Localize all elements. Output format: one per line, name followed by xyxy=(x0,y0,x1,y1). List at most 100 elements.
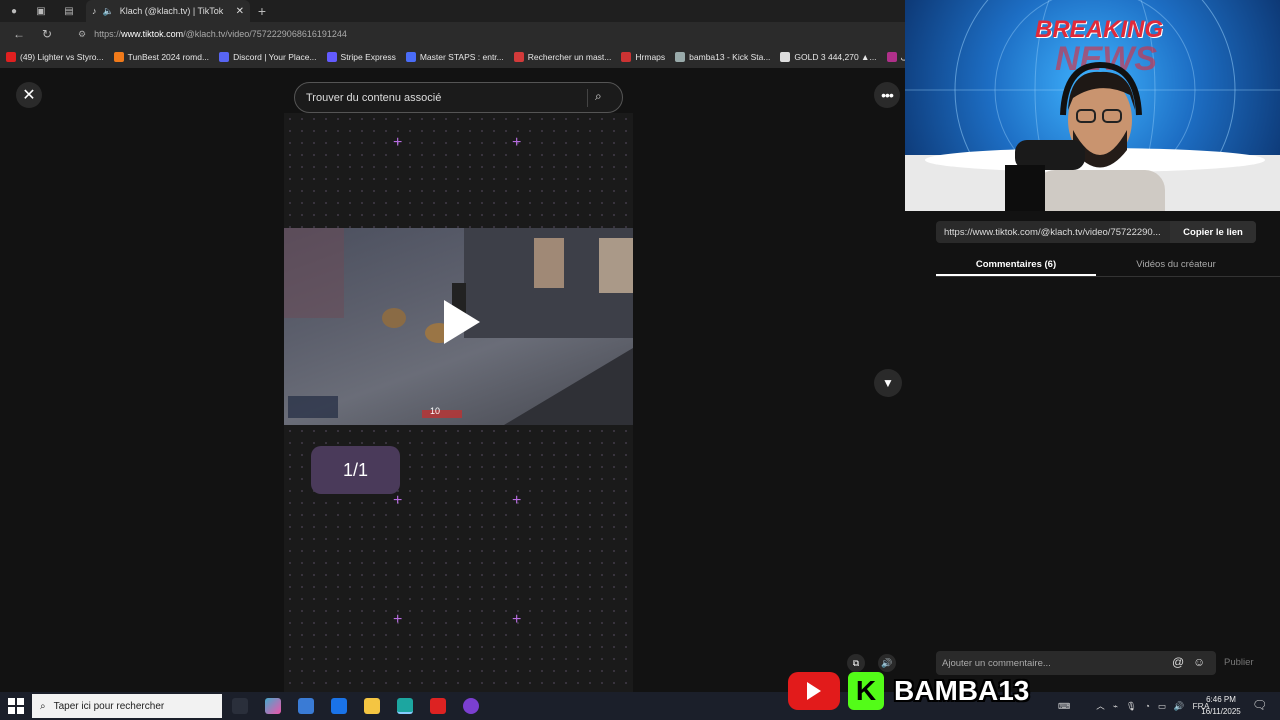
chevron-up-icon[interactable]: ︿ xyxy=(1096,700,1105,712)
search-input[interactable]: Trouver du contenu associé xyxy=(306,92,441,104)
volume-icon[interactable]: 🔊 xyxy=(1174,701,1185,712)
speaker-icon[interactable]: 🔈 xyxy=(103,6,114,17)
webcam-overlay: BREAKING NEWS xyxy=(905,0,1280,211)
chevron-down-icon: ▼ xyxy=(882,376,894,390)
notifications-icon[interactable]: 🗨 xyxy=(1252,698,1267,712)
photo-counter: 1/1 xyxy=(311,446,400,494)
address-bar: ← ↻ ⚙ https://www.tiktok.com/@klach.tv/v… xyxy=(0,22,905,46)
floating-player-icon: ⧉ xyxy=(852,657,860,668)
mention-icon[interactable]: @ xyxy=(1172,655,1184,669)
search-divider xyxy=(587,89,588,107)
bookmark-item[interactable]: Master STAPS : entr... xyxy=(405,52,504,62)
tab-title: Klach (@klach.tv) | TikTok xyxy=(119,6,224,16)
tab-close-icon[interactable]: ✕ xyxy=(236,6,244,17)
outlook-icon[interactable] xyxy=(331,698,347,714)
plus-decoration: + xyxy=(512,492,522,509)
bookmark-label: Master STAPS : entr... xyxy=(419,52,504,62)
clock-time: 6:46 PM xyxy=(1206,695,1236,704)
bookmark-favicon xyxy=(6,52,16,62)
volume-button[interactable]: 🔊 xyxy=(878,654,896,672)
bookmark-favicon xyxy=(886,52,897,62)
game-hud-counter: 10 xyxy=(430,406,441,416)
back-icon[interactable]: ← xyxy=(12,27,26,41)
battery-icon[interactable]: ▭ xyxy=(1158,701,1166,712)
comment-placeholder: Ajouter un commentaire... xyxy=(942,657,1051,669)
video-player[interactable]: 10 xyxy=(284,228,633,425)
bookmark-item[interactable]: (49) Lighter vs Styro... xyxy=(6,52,104,62)
bookmark-favicon xyxy=(513,52,524,62)
tab-tiktok[interactable]: ♪ 🔈 Klach (@klach.tv) | TikTok ✕ xyxy=(86,0,250,22)
close-button[interactable]: ✕ xyxy=(16,82,42,108)
floating-player-button[interactable]: ⧉ xyxy=(847,654,865,672)
browser-tab-bar: ● ▣ ▤ ♪ 🔈 Klach (@klach.tv) | TikTok ✕ + xyxy=(0,0,905,22)
edge-icon[interactable] xyxy=(397,698,413,714)
search-icon[interactable]: ⌕ xyxy=(595,89,602,104)
bookmark-item[interactable]: TunBest 2024 romd... xyxy=(113,52,210,62)
task-view-icon[interactable] xyxy=(232,698,248,714)
new-tab-icon[interactable]: + xyxy=(255,3,269,19)
store-icon[interactable] xyxy=(298,698,314,714)
site-info-icon[interactable]: ⚙ xyxy=(78,29,86,40)
workspaces-icon[interactable]: ▣ xyxy=(34,4,48,18)
bookmarks-bar: (49) Lighter vs Styro... TunBest 2024 rom… xyxy=(0,46,905,68)
share-link-box[interactable]: https://www.tiktok.com/@klach.tv/video/7… xyxy=(936,221,1256,243)
play-icon[interactable] xyxy=(444,300,480,344)
bookmark-label: Discord | Your Place... xyxy=(233,52,317,62)
bookmark-item[interactable]: bamba13 - Kick Sta... xyxy=(675,52,770,62)
bookmark-label: TunBest 2024 romd... xyxy=(127,52,210,62)
bookmark-label: Stripe Express xyxy=(340,52,396,62)
copy-link-button[interactable]: Copier le lien xyxy=(1170,221,1256,243)
mic-icon[interactable]: 🎙 xyxy=(1126,701,1137,712)
taskbar-search[interactable]: ⌕ Taper ici pour rechercher xyxy=(32,694,222,718)
plus-decoration: + xyxy=(393,492,403,509)
more-options-button[interactable]: ••• xyxy=(874,82,900,108)
bookmark-favicon xyxy=(219,52,230,62)
share-link-text: https://www.tiktok.com/@klach.tv/video/7… xyxy=(944,226,1161,238)
bookmark-favicon xyxy=(621,52,632,62)
clock[interactable]: 6:46 PM 16/11/2025 xyxy=(1198,694,1244,718)
tab-comments[interactable]: Commentaires (6) xyxy=(936,253,1096,276)
plus-decoration: + xyxy=(393,611,403,628)
panel-tabs: Commentaires (6) Vidéos du créateur xyxy=(936,253,1280,277)
tiktok-viewer: ✕ ••• + + + + + + Trouver du contenu ass… xyxy=(0,68,905,692)
wifi-icon[interactable]: ◔ xyxy=(1145,701,1150,711)
discord-icon[interactable] xyxy=(463,698,479,714)
plus-decoration: + xyxy=(393,134,403,151)
app-icon[interactable] xyxy=(430,698,446,714)
close-icon: ✕ xyxy=(22,87,36,104)
bookmark-item[interactable]: Hrmaps xyxy=(621,52,665,62)
start-icon[interactable] xyxy=(8,698,24,714)
kick-logo: K xyxy=(848,672,884,710)
copilot-icon[interactable] xyxy=(265,698,281,714)
next-video-button[interactable]: ▼ xyxy=(874,369,902,397)
bookmark-favicon xyxy=(326,52,337,62)
search-icon: ⌕ xyxy=(40,700,46,712)
url-field[interactable]: ⚙ https://www.tiktok.com/@klach.tv/video… xyxy=(78,25,898,43)
taskbar-search-input[interactable]: Taper ici pour rechercher xyxy=(54,701,165,712)
volume-icon: 🔊 xyxy=(881,657,893,668)
profile-icon[interactable]: ● xyxy=(7,4,21,18)
bookmark-item[interactable]: أف... | Shoft xyxy=(886,52,905,63)
keyboard-icon[interactable]: ⌨ xyxy=(1058,701,1070,712)
bookmark-item[interactable]: GOLD 3 444,270 ▲... xyxy=(780,52,877,62)
related-content-search[interactable]: Trouver du contenu associé ⌕ xyxy=(294,82,623,113)
details-panel: https://www.tiktok.com/@klach.tv/video/7… xyxy=(915,211,1280,692)
tab-actions-icon[interactable]: ▤ xyxy=(62,4,76,18)
comment-input[interactable]: Ajouter un commentaire... @ ☺ xyxy=(936,651,1216,675)
plus-decoration: + xyxy=(512,134,522,151)
file-explorer-icon[interactable] xyxy=(364,698,380,714)
bookmark-favicon xyxy=(780,52,791,62)
bookmark-item[interactable]: Stripe Express xyxy=(326,52,396,62)
publish-button[interactable]: Publier xyxy=(1224,657,1254,668)
tab-creator-videos[interactable]: Vidéos du créateur xyxy=(1096,253,1256,276)
url-text: https://www.tiktok.com/@klach.tv/video/7… xyxy=(94,29,347,39)
more-icon: ••• xyxy=(881,87,894,103)
bookmark-favicon xyxy=(113,52,124,62)
bookmark-favicon xyxy=(405,52,416,62)
bookmark-item[interactable]: Discord | Your Place... xyxy=(219,52,317,62)
bookmark-label: Hrmaps xyxy=(635,52,666,62)
reload-icon[interactable]: ↻ xyxy=(40,27,54,41)
emoji-icon[interactable]: ☺ xyxy=(1193,655,1205,669)
bookmark-item[interactable]: Rechercher un mast... xyxy=(513,52,611,62)
network-icon[interactable]: ⌁ xyxy=(1113,701,1118,712)
